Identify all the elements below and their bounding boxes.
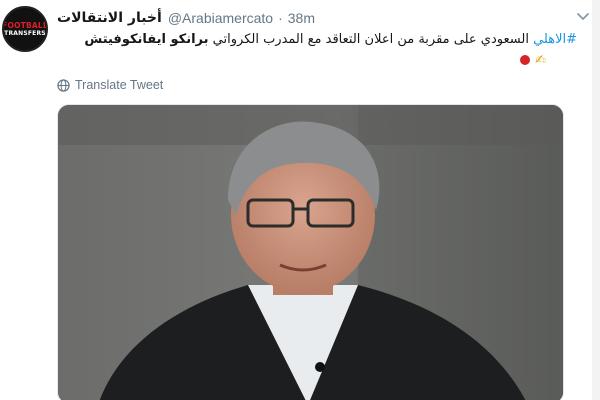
translate-label: Translate Tweet (75, 78, 164, 92)
translate-tweet-link[interactable]: Translate Tweet (57, 78, 163, 92)
globe-icon (57, 78, 70, 92)
tweet-text: #الاهلي السعودي على مقربة من اعلان التعا… (57, 30, 577, 49)
scrollbar[interactable] (592, 0, 600, 400)
photo-man-portrait (58, 105, 563, 400)
tweet-bold-name: برانكو ايفانكوفيتش (84, 32, 209, 47)
tweet-photo[interactable] (57, 104, 564, 400)
tweet-body-text: السعودي على مقربة من اعلان التعاقد مع ال… (212, 32, 529, 47)
avatar-text-top: FOOTBALL (2, 20, 48, 30)
tweet-header: أخبار الانتقالات @Arabiamercato · 38m (57, 8, 315, 28)
display-name[interactable]: أخبار الانتقالات (57, 10, 162, 26)
red-circle-emoji (520, 55, 530, 65)
chevron-down-icon[interactable] (577, 13, 589, 21)
hashtag-link[interactable]: #الاهلي (533, 32, 577, 47)
avatar[interactable]: FOOTBALL TRANSFERS (2, 6, 48, 52)
separator-dot: · (278, 10, 283, 26)
pen-emoji: ✍ (535, 52, 546, 67)
tweet: FOOTBALL TRANSFERS أخبار الانتقالات @Ara… (0, 0, 600, 400)
tweet-timestamp[interactable]: 38m (288, 10, 315, 26)
emoji-row: ✍ (520, 52, 546, 68)
user-handle[interactable]: @Arabiamercato (168, 10, 273, 26)
avatar-text-bottom: TRANSFERS (4, 29, 46, 37)
